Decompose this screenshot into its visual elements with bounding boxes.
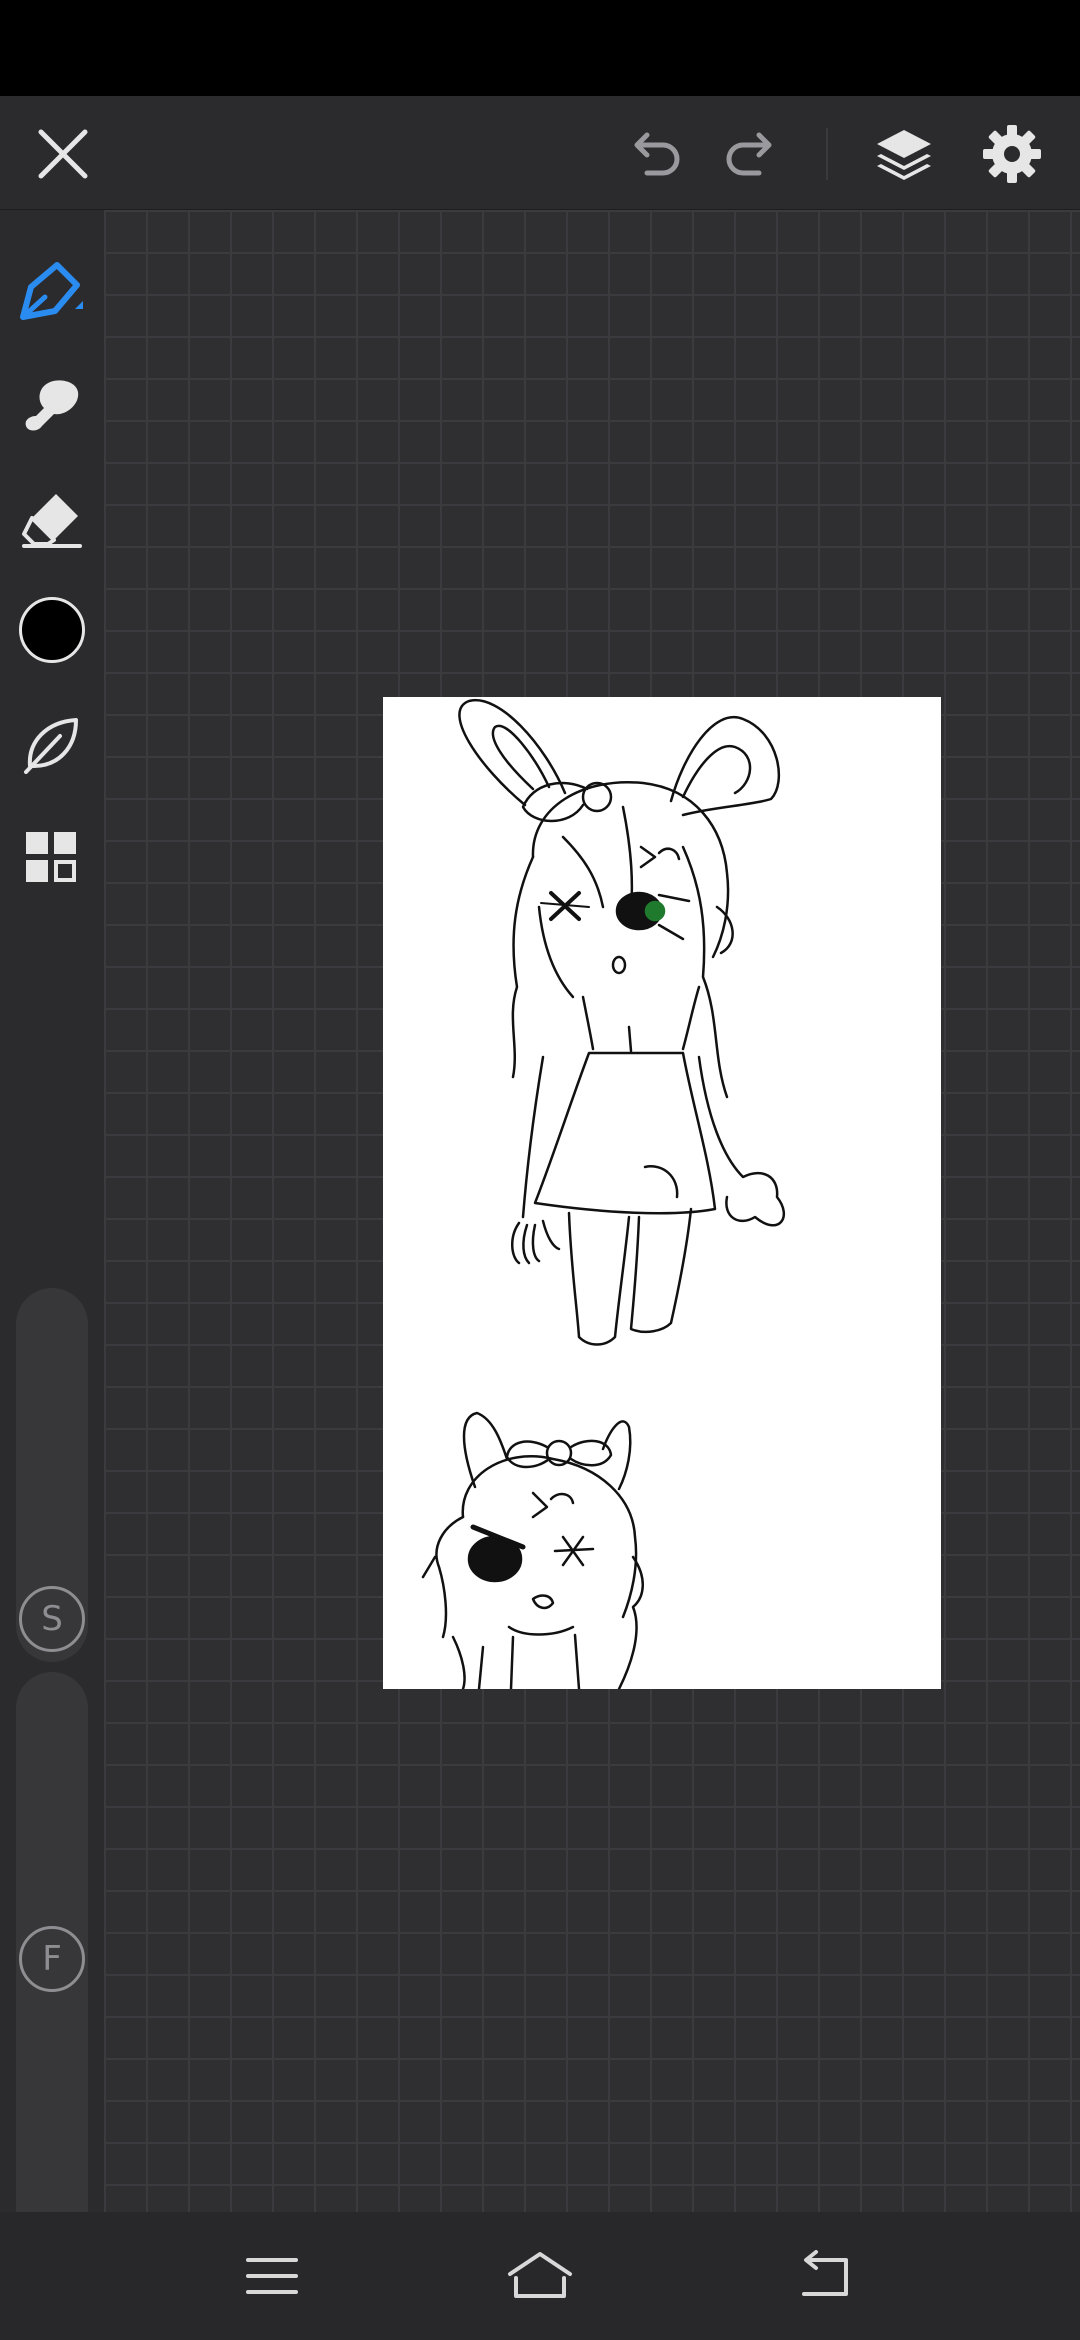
canvas-workspace[interactable] bbox=[104, 210, 1080, 2212]
close-icon bbox=[38, 129, 88, 179]
layers-icon bbox=[877, 130, 931, 180]
nav-back-button[interactable] bbox=[778, 2232, 866, 2320]
status-bar bbox=[0, 0, 1080, 96]
eraser-icon bbox=[22, 494, 82, 548]
drawing-artboard[interactable] bbox=[383, 697, 941, 1689]
size-slider-knob[interactable]: S bbox=[19, 1586, 85, 1652]
pencil-tool-button[interactable] bbox=[14, 254, 90, 330]
brush-size-slider[interactable]: S bbox=[16, 1288, 88, 1662]
settings-button[interactable] bbox=[974, 116, 1050, 192]
drawing-app-screen: S F bbox=[0, 0, 1080, 2340]
undo-button[interactable] bbox=[620, 119, 690, 189]
leaf-icon bbox=[24, 718, 78, 774]
smudge-icon bbox=[25, 380, 79, 431]
menu-icon bbox=[246, 2258, 298, 2294]
nav-home-button[interactable] bbox=[496, 2232, 584, 2320]
brush-flow-slider[interactable]: F bbox=[16, 1672, 88, 2282]
tool-sidebar: S F bbox=[0, 210, 104, 2282]
color-picker-button[interactable] bbox=[14, 592, 90, 668]
pencil-icon bbox=[20, 262, 83, 320]
gear-icon bbox=[983, 125, 1041, 183]
back-icon bbox=[802, 2250, 848, 2296]
materials-grid-button[interactable] bbox=[14, 820, 90, 896]
sketch-drawing bbox=[421, 698, 786, 1689]
toolbar-separator bbox=[826, 128, 828, 180]
system-navigation-bar bbox=[0, 2212, 1080, 2340]
nav-menu-button[interactable] bbox=[228, 2232, 316, 2320]
size-slider-label: S bbox=[41, 1599, 63, 1639]
flow-slider-label: F bbox=[42, 1939, 62, 1979]
home-icon bbox=[508, 2252, 572, 2298]
grid-icon bbox=[26, 832, 76, 882]
stabilizer-tool-button[interactable] bbox=[14, 706, 90, 782]
current-color-swatch bbox=[19, 597, 85, 663]
redo-icon bbox=[726, 132, 772, 176]
layers-button[interactable] bbox=[866, 116, 942, 192]
redo-button[interactable] bbox=[716, 119, 786, 189]
smudge-tool-button[interactable] bbox=[14, 368, 90, 444]
eraser-tool-button[interactable] bbox=[14, 482, 90, 558]
flow-slider-knob[interactable]: F bbox=[19, 1926, 85, 1992]
undo-icon bbox=[634, 132, 680, 176]
close-button[interactable] bbox=[28, 119, 98, 189]
top-toolbar bbox=[0, 96, 1080, 210]
